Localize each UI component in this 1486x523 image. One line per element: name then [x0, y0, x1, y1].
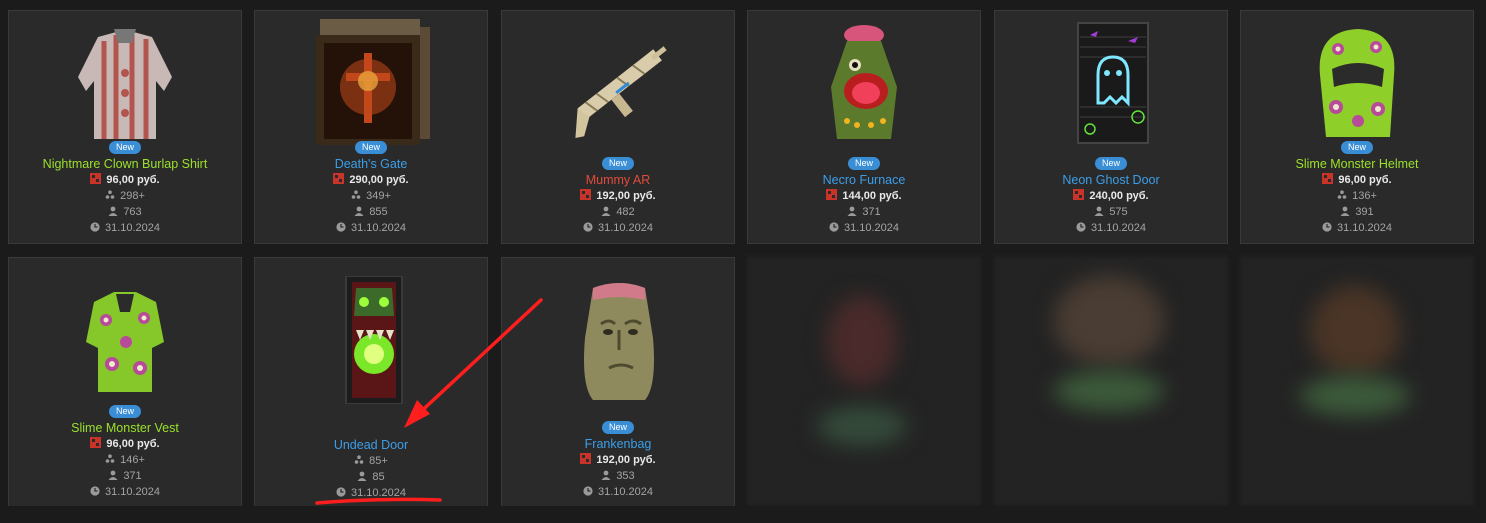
annotation-overlay [315, 298, 543, 505]
annotation-underline [315, 497, 442, 505]
annotation-arrow [404, 298, 543, 428]
